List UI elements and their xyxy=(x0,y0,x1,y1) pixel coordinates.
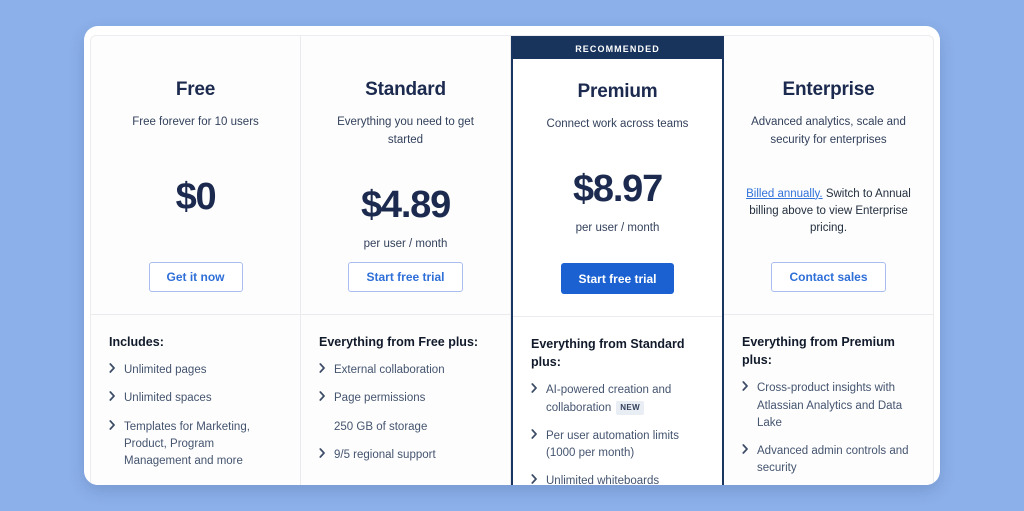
chevron-right-icon xyxy=(109,362,124,373)
feature-item[interactable]: Templates for Marketing, Product, Progra… xyxy=(109,419,282,471)
feature-text-wrapper: AI-powered creation and collaboration NEW xyxy=(546,382,704,417)
cta-button-free[interactable]: Get it now xyxy=(148,262,243,292)
plan-header-standard: Standard Everything you need to get start… xyxy=(301,57,510,315)
feature-label: Unlimited pages xyxy=(124,364,207,377)
plans-row: Free Free forever for 10 users $0 Get it no… xyxy=(91,36,933,485)
plan-billing-period: per user / month xyxy=(575,221,660,234)
plan-billing-period: per user / month xyxy=(363,237,448,250)
feature-item[interactable]: Per user automation limits (1000 per mon… xyxy=(531,428,704,463)
cta-wrapper: Start free trial xyxy=(561,263,674,294)
plan-header-premium: Premium Connect work across teams $8.97 per… xyxy=(513,59,722,317)
plan-price: $4.89 xyxy=(360,183,451,226)
feature-text-wrapper: Per user automation limits (1000 per mon… xyxy=(546,428,704,463)
feature-item: 250 GB of storage xyxy=(319,419,492,436)
feature-label: Advanced admin controls and security xyxy=(757,445,909,475)
plan-features-premium: Everything from Standard plus: AI-powered… xyxy=(513,317,722,485)
feature-label: Unlimited whiteboards xyxy=(546,475,660,485)
chevron-right-icon xyxy=(109,419,124,430)
chevron-right-icon xyxy=(319,419,334,430)
feature-label: Per user automation limits (1000 per mon… xyxy=(546,429,679,459)
features-title: Everything from Standard plus: xyxy=(531,337,685,370)
feature-text-wrapper: Unlimited pages xyxy=(124,362,206,379)
billing-note: Billed annually. Switch to Annual billin… xyxy=(740,186,917,238)
feature-text-wrapper: Cross-product insights with Atlassian An… xyxy=(757,380,915,432)
plan-name: Standard xyxy=(365,79,446,100)
feature-text-wrapper: 9/5 regional support xyxy=(334,447,436,464)
plan-column-enterprise: Enterprise Advanced analytics, scale and … xyxy=(724,36,933,485)
feature-label: AI-powered creation and collaboration xyxy=(546,384,672,414)
feature-label: 9/5 regional support xyxy=(334,448,436,461)
new-badge: NEW xyxy=(616,400,645,415)
feature-text-wrapper: Unlimited spaces xyxy=(124,390,212,407)
plan-price: $8.97 xyxy=(572,167,663,210)
cta-wrapper: Get it now xyxy=(148,262,243,292)
feature-item[interactable]: AI-powered creation and collaboration NEW xyxy=(531,382,704,417)
feature-text-wrapper: 250 GB of storage xyxy=(334,419,427,436)
feature-item[interactable]: Page permissions xyxy=(319,390,492,407)
features-title: Everything from Free plus: xyxy=(319,335,479,349)
plan-name: Premium xyxy=(577,81,658,102)
plan-name: Free xyxy=(175,79,216,100)
feature-text-wrapper: Advanced admin controls and security xyxy=(757,443,915,478)
plan-column-standard: Standard Everything you need to get start… xyxy=(301,36,511,485)
feature-label: External collaboration xyxy=(334,364,445,377)
chevron-right-icon xyxy=(319,390,334,402)
feature-item[interactable]: Unlimited whiteboards xyxy=(531,473,704,485)
cta-wrapper: Contact sales xyxy=(771,262,886,292)
recommended-badge: RECOMMENDED xyxy=(513,38,722,59)
feature-label: Templates for Marketing, Product, Progra… xyxy=(124,420,250,468)
badge-spacer xyxy=(724,36,933,57)
cta-wrapper: Start free trial xyxy=(348,262,463,292)
plan-features-enterprise: Everything from Premium plus: Cross-produ… xyxy=(724,315,933,485)
feature-item[interactable]: Unlimited pages xyxy=(109,362,282,379)
plan-column-free: Free Free forever for 10 users $0 Get it no… xyxy=(91,36,301,485)
feature-label: Page permissions xyxy=(334,392,426,405)
feature-item[interactable]: Advanced admin controls and security xyxy=(742,443,915,478)
feature-label: 250 GB of storage xyxy=(334,420,428,433)
plan-features-standard: Everything from Free plus: External colla… xyxy=(301,315,510,485)
plan-header-free: Free Free forever for 10 users $0 Get it no… xyxy=(91,57,300,315)
plan-tagline: Advanced analytics, scale and security f… xyxy=(751,116,906,146)
plan-tagline: Free forever for 10 users xyxy=(132,116,259,128)
feature-text-wrapper: External collaboration xyxy=(334,362,445,379)
chevron-right-icon xyxy=(742,443,757,454)
feature-text-wrapper: Unlimited whiteboards xyxy=(546,473,659,485)
feature-item[interactable]: External collaboration xyxy=(319,362,492,379)
plan-price: $0 xyxy=(175,175,217,218)
cta-button-premium[interactable]: Start free trial xyxy=(561,263,674,294)
chevron-right-icon xyxy=(109,390,124,402)
features-title: Includes: xyxy=(109,335,164,349)
feature-label: Unlimited spaces xyxy=(124,392,212,405)
chevron-right-icon xyxy=(531,473,546,485)
chevron-right-icon xyxy=(319,362,334,373)
feature-item[interactable]: Unlimited spaces xyxy=(109,390,282,407)
chevron-right-icon xyxy=(319,447,334,458)
chevron-right-icon xyxy=(531,428,546,439)
plan-header-enterprise: Enterprise Advanced analytics, scale and … xyxy=(724,57,933,315)
plan-column-premium: RECOMMENDED Premium Connect work across te… xyxy=(511,36,724,485)
cta-button-enterprise[interactable]: Contact sales xyxy=(771,262,886,292)
features-title: Everything from Premium plus: xyxy=(742,335,895,368)
plan-tagline: Connect work across teams xyxy=(546,118,689,130)
plan-tagline: Everything you need to get started xyxy=(337,116,474,146)
feature-text-wrapper: Templates for Marketing, Product, Progra… xyxy=(124,419,282,471)
pricing-card: Free Free forever for 10 users $0 Get it no… xyxy=(84,26,940,485)
badge-spacer xyxy=(91,36,300,57)
plan-features-free: Includes: Unlimited pages Unlimited spaces… xyxy=(91,315,300,485)
feature-item[interactable]: 9/5 regional support xyxy=(319,447,492,464)
feature-label: Cross-product insights with Atlassian An… xyxy=(757,382,903,429)
billed-annually-link[interactable]: Billed annually. xyxy=(746,188,823,200)
cta-button-standard[interactable]: Start free trial xyxy=(348,262,463,292)
badge-spacer xyxy=(301,36,510,57)
chevron-right-icon xyxy=(742,380,757,392)
feature-text-wrapper: Page permissions xyxy=(334,390,425,407)
chevron-right-icon xyxy=(531,382,546,394)
plan-name: Enterprise xyxy=(782,79,875,100)
plans-panel: Free Free forever for 10 users $0 Get it no… xyxy=(90,35,934,485)
feature-item[interactable]: Cross-product insights with Atlassian An… xyxy=(742,380,915,432)
